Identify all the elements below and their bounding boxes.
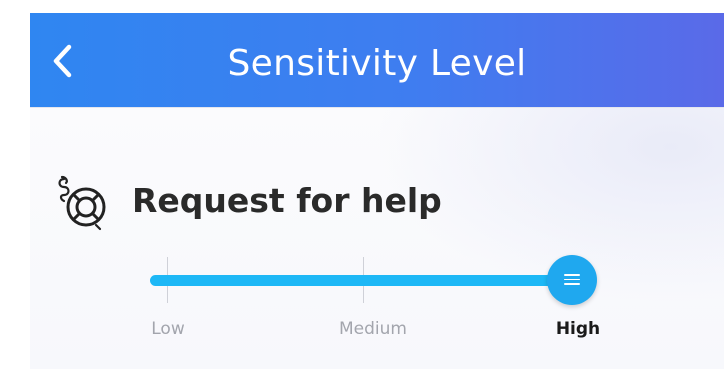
- slider-track[interactable]: [150, 275, 572, 286]
- app-screen: Sensitivity Level Request for help Low M…: [30, 13, 724, 369]
- page: Sensitivity Level Request for help Low M…: [0, 0, 724, 369]
- sensitivity-slider[interactable]: [150, 247, 610, 307]
- header-bar: Sensitivity Level: [30, 13, 724, 107]
- section-title: Request for help: [132, 181, 442, 220]
- level-label-low[interactable]: Low: [151, 319, 184, 339]
- slider-thumb[interactable]: [547, 255, 597, 305]
- divider: [30, 107, 724, 108]
- level-label-high[interactable]: High: [556, 319, 600, 339]
- drag-handle-icon: [564, 274, 580, 286]
- lifebuoy-icon: [58, 175, 106, 231]
- level-label-medium[interactable]: Medium: [339, 319, 407, 339]
- page-title: Sensitivity Level: [227, 43, 527, 84]
- content-area: Request for help Low Medium High: [30, 107, 724, 369]
